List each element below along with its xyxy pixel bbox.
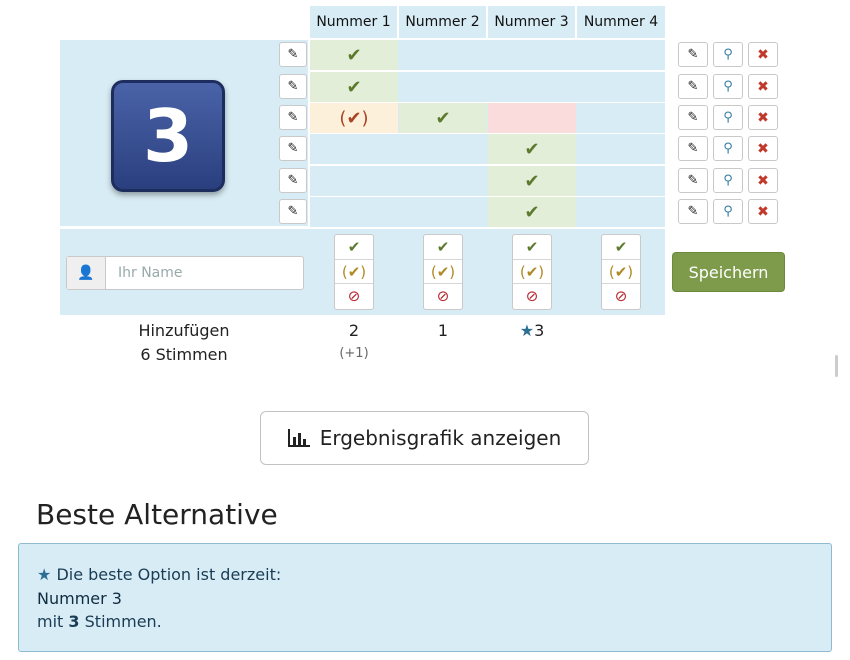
best-option-intro: ★ Die beste Option ist derzeit:	[37, 565, 281, 584]
count-nummer-1: 2	[348, 321, 360, 340]
vote-maybe-option[interactable]: (✔)	[513, 259, 551, 283]
vote-no-option[interactable]: ⊘	[335, 283, 373, 307]
vote-maybe-option[interactable]: (✔)	[602, 259, 640, 283]
delete-row-button[interactable]: ✖	[748, 136, 778, 161]
delete-row-button[interactable]: ✖	[748, 74, 778, 99]
vote-yes-cell: ✔	[310, 72, 398, 102]
edit-vote-button[interactable]: ✎	[279, 105, 307, 130]
column-header-nummer-3: Nummer 3	[488, 6, 575, 38]
vote-no-option[interactable]: ⊘	[513, 283, 551, 307]
vote-no-cell	[488, 103, 576, 133]
edit-row-button[interactable]: ✎	[678, 136, 708, 161]
edit-vote-button[interactable]: ✎	[279, 168, 307, 193]
vote-yes-option[interactable]: ✔	[513, 235, 551, 259]
vote-yes-cell: ✔	[488, 197, 576, 227]
scrollbar-thumb[interactable]	[835, 355, 838, 377]
best-alternative-heading: Beste Alternative	[36, 498, 278, 531]
edit-vote-button[interactable]: ✎	[279, 199, 307, 224]
best-option-intro-text: Die beste Option ist derzeit:	[56, 565, 282, 584]
best-option-box: ★ Die beste Option ist derzeit: Nummer 3…	[18, 543, 832, 652]
count-nummer-2: 1	[437, 321, 449, 340]
edit-vote-button[interactable]: ✎	[279, 136, 307, 161]
vote-yes-cell: ✔	[488, 166, 576, 196]
delete-row-button[interactable]: ✖	[748, 168, 778, 193]
vote-options-nummer-4[interactable]: ✔ (✔) ⊘	[601, 234, 641, 310]
vote-yes-option[interactable]: ✔	[602, 235, 640, 259]
maybe-count-nummer-1: (+1)	[339, 346, 369, 361]
best-option-votes: mit 3 Stimmen.	[37, 612, 162, 631]
vote-yes-option[interactable]: ✔	[424, 235, 462, 259]
column-header-nummer-1: Nummer 1	[310, 6, 397, 38]
vote-no-option[interactable]: ⊘	[424, 283, 462, 307]
vote-maybe-option[interactable]: (✔)	[424, 259, 462, 283]
column-header-nummer-4: Nummer 4	[577, 6, 665, 38]
name-input-group[interactable]: 👤 Ihr Name	[66, 256, 304, 290]
user-icon: 👤	[67, 257, 106, 289]
edit-row-button[interactable]: ✎	[678, 168, 708, 193]
edit-vote-button[interactable]: ✎	[279, 74, 307, 99]
edit-row-button[interactable]: ✎	[678, 105, 708, 130]
count-nummer-3: ★3	[488, 321, 576, 340]
show-results-chart-button[interactable]: Ergebnisgrafik anzeigen	[260, 411, 589, 465]
number-three-image: 3	[111, 80, 225, 192]
vote-options-nummer-3[interactable]: ✔ (✔) ⊘	[512, 234, 552, 310]
star-icon: ★	[519, 321, 535, 340]
votes-count-label: 6 Stimmen	[140, 345, 228, 364]
votes-prefix: mit	[37, 612, 64, 631]
save-button[interactable]: Speichern	[672, 252, 785, 292]
edit-row-button[interactable]: ✎	[678, 42, 708, 67]
vote-options-nummer-1[interactable]: ✔ (✔) ⊘	[334, 234, 374, 310]
delete-row-button[interactable]: ✖	[748, 42, 778, 67]
vote-yes-cell: ✔	[310, 40, 398, 70]
count-value: 3	[534, 321, 545, 340]
link-icon[interactable]: ⚲	[713, 74, 743, 99]
edit-vote-button[interactable]: ✎	[279, 42, 307, 67]
add-label: Hinzufügen	[138, 321, 230, 340]
column-header-nummer-2: Nummer 2	[399, 6, 486, 38]
vote-yes-option[interactable]: ✔	[335, 235, 373, 259]
best-option-name: Nummer 3	[37, 589, 122, 608]
link-icon[interactable]: ⚲	[713, 199, 743, 224]
link-icon[interactable]: ⚲	[713, 168, 743, 193]
vote-yes-cell: ✔	[488, 134, 576, 164]
vote-maybe-option[interactable]: (✔)	[335, 259, 373, 283]
vote-no-option[interactable]: ⊘	[602, 283, 640, 307]
bar-chart-icon	[287, 429, 310, 447]
edit-row-button[interactable]: ✎	[678, 74, 708, 99]
link-icon[interactable]: ⚲	[713, 136, 743, 161]
name-input[interactable]: Ihr Name	[106, 257, 303, 289]
link-icon[interactable]: ⚲	[713, 105, 743, 130]
chart-icon	[287, 429, 310, 447]
vote-options-nummer-2[interactable]: ✔ (✔) ⊘	[423, 234, 463, 310]
vote-yes-cell: ✔	[399, 103, 487, 133]
delete-row-button[interactable]: ✖	[748, 105, 778, 130]
vote-maybe-cell: (✔)	[310, 103, 398, 133]
link-icon[interactable]: ⚲	[713, 42, 743, 67]
votes-suffix: Stimmen.	[84, 612, 162, 631]
delete-row-button[interactable]: ✖	[748, 199, 778, 224]
show-results-chart-label: Ergebnisgrafik anzeigen	[319, 426, 562, 450]
edit-row-button[interactable]: ✎	[678, 199, 708, 224]
star-icon: ★	[37, 565, 52, 584]
votes-count: 3	[68, 612, 80, 631]
